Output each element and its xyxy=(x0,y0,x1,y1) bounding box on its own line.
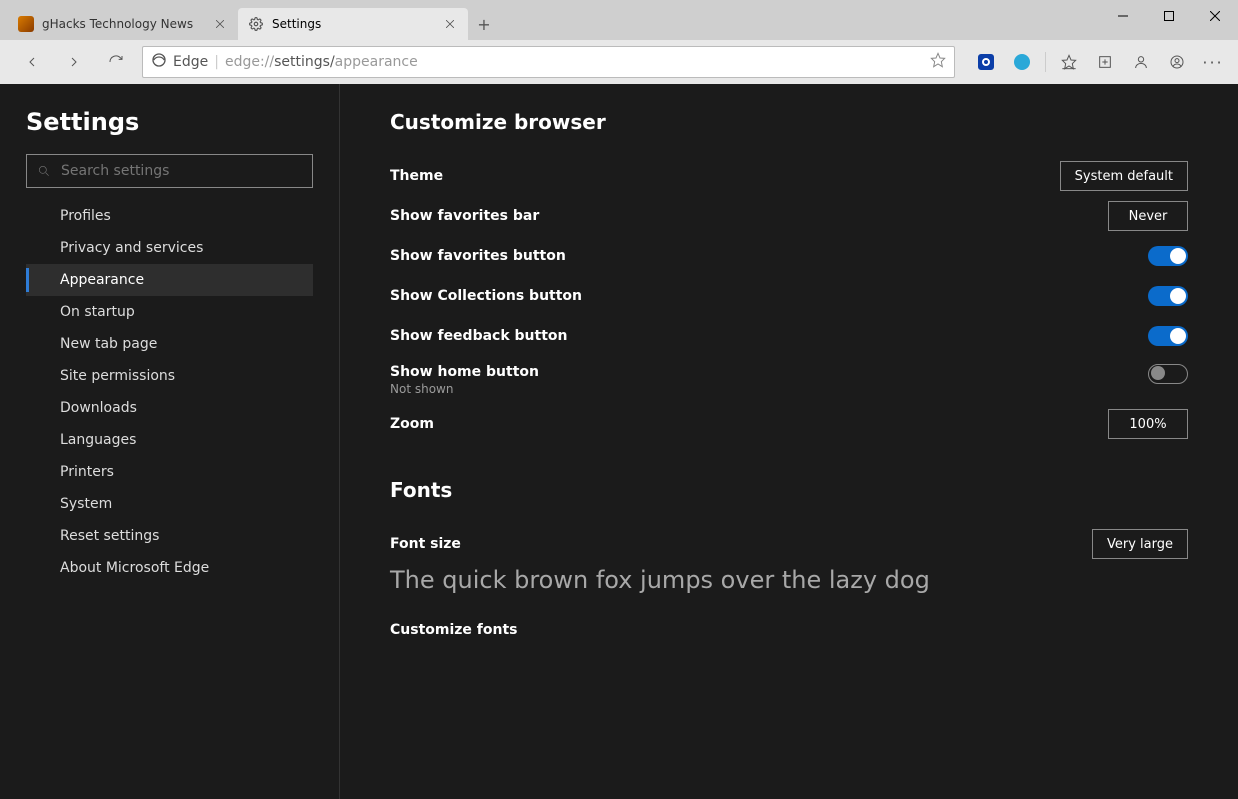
edge-logo-icon xyxy=(151,52,167,72)
settings-content: Customize browser Theme System default S… xyxy=(340,84,1238,799)
search-settings-input[interactable] xyxy=(26,154,313,188)
tab-title: Settings xyxy=(272,17,434,31)
row-home-button: Show home button Not shown xyxy=(390,356,1188,396)
favorites-bar-dropdown[interactable]: Never xyxy=(1108,201,1188,231)
extension-2-icon[interactable] xyxy=(1005,46,1039,78)
favicon-ghacks-icon xyxy=(18,16,34,32)
new-tab-button[interactable]: + xyxy=(468,8,500,40)
refresh-button[interactable] xyxy=(100,46,132,78)
favorite-star-icon[interactable] xyxy=(930,52,946,72)
feedback-button-toggle[interactable] xyxy=(1148,326,1188,346)
label-customize-fonts: Customize fonts xyxy=(390,622,518,638)
label-zoom: Zoom xyxy=(390,416,434,432)
toolbar-divider xyxy=(1045,52,1046,72)
home-button-toggle[interactable] xyxy=(1148,364,1188,384)
sidebar-item-new-tab-page[interactable]: New tab page xyxy=(26,328,313,360)
favorites-button-toggle[interactable] xyxy=(1148,246,1188,266)
toolbar: Edge | edge://settings/appearance ··· xyxy=(0,40,1238,84)
favorites-button[interactable] xyxy=(1052,46,1086,78)
sidebar-item-privacy-and-services[interactable]: Privacy and services xyxy=(26,232,313,264)
label-home-button: Show home button xyxy=(390,364,539,380)
row-feedback-button: Show feedback button xyxy=(390,316,1188,356)
window-minimize-button[interactable] xyxy=(1100,0,1146,32)
tab-title: gHacks Technology News xyxy=(42,17,204,31)
theme-dropdown[interactable]: System default xyxy=(1060,161,1188,191)
label-favorites-button: Show favorites button xyxy=(390,248,566,264)
search-settings-field[interactable] xyxy=(61,163,302,179)
row-zoom: Zoom 100% xyxy=(390,404,1188,444)
tab-ghacks[interactable]: gHacks Technology News xyxy=(8,8,238,40)
row-font-size: Font size Very large xyxy=(390,524,1188,564)
url-text: edge://settings/appearance xyxy=(225,54,418,70)
address-bar[interactable]: Edge | edge://settings/appearance xyxy=(142,46,955,78)
label-collections-button: Show Collections button xyxy=(390,288,582,304)
window-close-button[interactable] xyxy=(1192,0,1238,32)
sidebar-item-on-startup[interactable]: On startup xyxy=(26,296,313,328)
window-maximize-button[interactable] xyxy=(1146,0,1192,32)
section-customize-browser: Customize browser xyxy=(390,110,1188,134)
account-button[interactable] xyxy=(1160,46,1194,78)
extension-1-icon[interactable] xyxy=(969,46,1003,78)
sub-home-button: Not shown xyxy=(390,382,539,396)
sidebar-item-downloads[interactable]: Downloads xyxy=(26,392,313,424)
tab-strip: gHacks Technology News Settings + xyxy=(0,0,1238,40)
separator: | xyxy=(214,54,219,70)
sidebar-item-appearance[interactable]: Appearance xyxy=(26,264,313,296)
zoom-dropdown[interactable]: 100% xyxy=(1108,409,1188,439)
engine-label: Edge xyxy=(173,54,208,70)
tab-close-button[interactable] xyxy=(442,16,458,32)
collections-button-toggle[interactable] xyxy=(1148,286,1188,306)
sidebar-item-printers[interactable]: Printers xyxy=(26,456,313,488)
label-feedback-button: Show feedback button xyxy=(390,328,568,344)
section-fonts: Fonts xyxy=(390,478,1188,502)
sidebar-item-languages[interactable]: Languages xyxy=(26,424,313,456)
menu-button[interactable]: ··· xyxy=(1196,46,1230,78)
label-theme: Theme xyxy=(390,168,443,184)
sidebar-item-reset-settings[interactable]: Reset settings xyxy=(26,520,313,552)
row-collections-button: Show Collections button xyxy=(390,276,1188,316)
font-size-dropdown[interactable]: Very large xyxy=(1092,529,1188,559)
settings-sidebar: Settings ProfilesPrivacy and servicesApp… xyxy=(0,84,340,799)
sidebar-item-system[interactable]: System xyxy=(26,488,313,520)
back-button[interactable] xyxy=(16,46,48,78)
font-sample-text: The quick brown fox jumps over the lazy … xyxy=(390,566,1188,594)
row-theme: Theme System default xyxy=(390,156,1188,196)
tab-settings[interactable]: Settings xyxy=(238,8,468,40)
label-favorites-bar: Show favorites bar xyxy=(390,208,539,224)
sidebar-item-profiles[interactable]: Profiles xyxy=(26,200,313,232)
sidebar-item-site-permissions[interactable]: Site permissions xyxy=(26,360,313,392)
label-font-size: Font size xyxy=(390,536,461,552)
gear-icon xyxy=(248,16,264,32)
row-customize-fonts[interactable]: Customize fonts xyxy=(390,610,1188,650)
row-favorites-bar: Show favorites bar Never xyxy=(390,196,1188,236)
row-favorites-button: Show favorites button xyxy=(390,236,1188,276)
profile-button[interactable] xyxy=(1124,46,1158,78)
forward-button[interactable] xyxy=(58,46,90,78)
search-icon xyxy=(37,164,51,178)
collections-button[interactable] xyxy=(1088,46,1122,78)
sidebar-item-about-microsoft-edge[interactable]: About Microsoft Edge xyxy=(26,552,313,584)
settings-heading: Settings xyxy=(26,108,313,136)
tab-close-button[interactable] xyxy=(212,16,228,32)
